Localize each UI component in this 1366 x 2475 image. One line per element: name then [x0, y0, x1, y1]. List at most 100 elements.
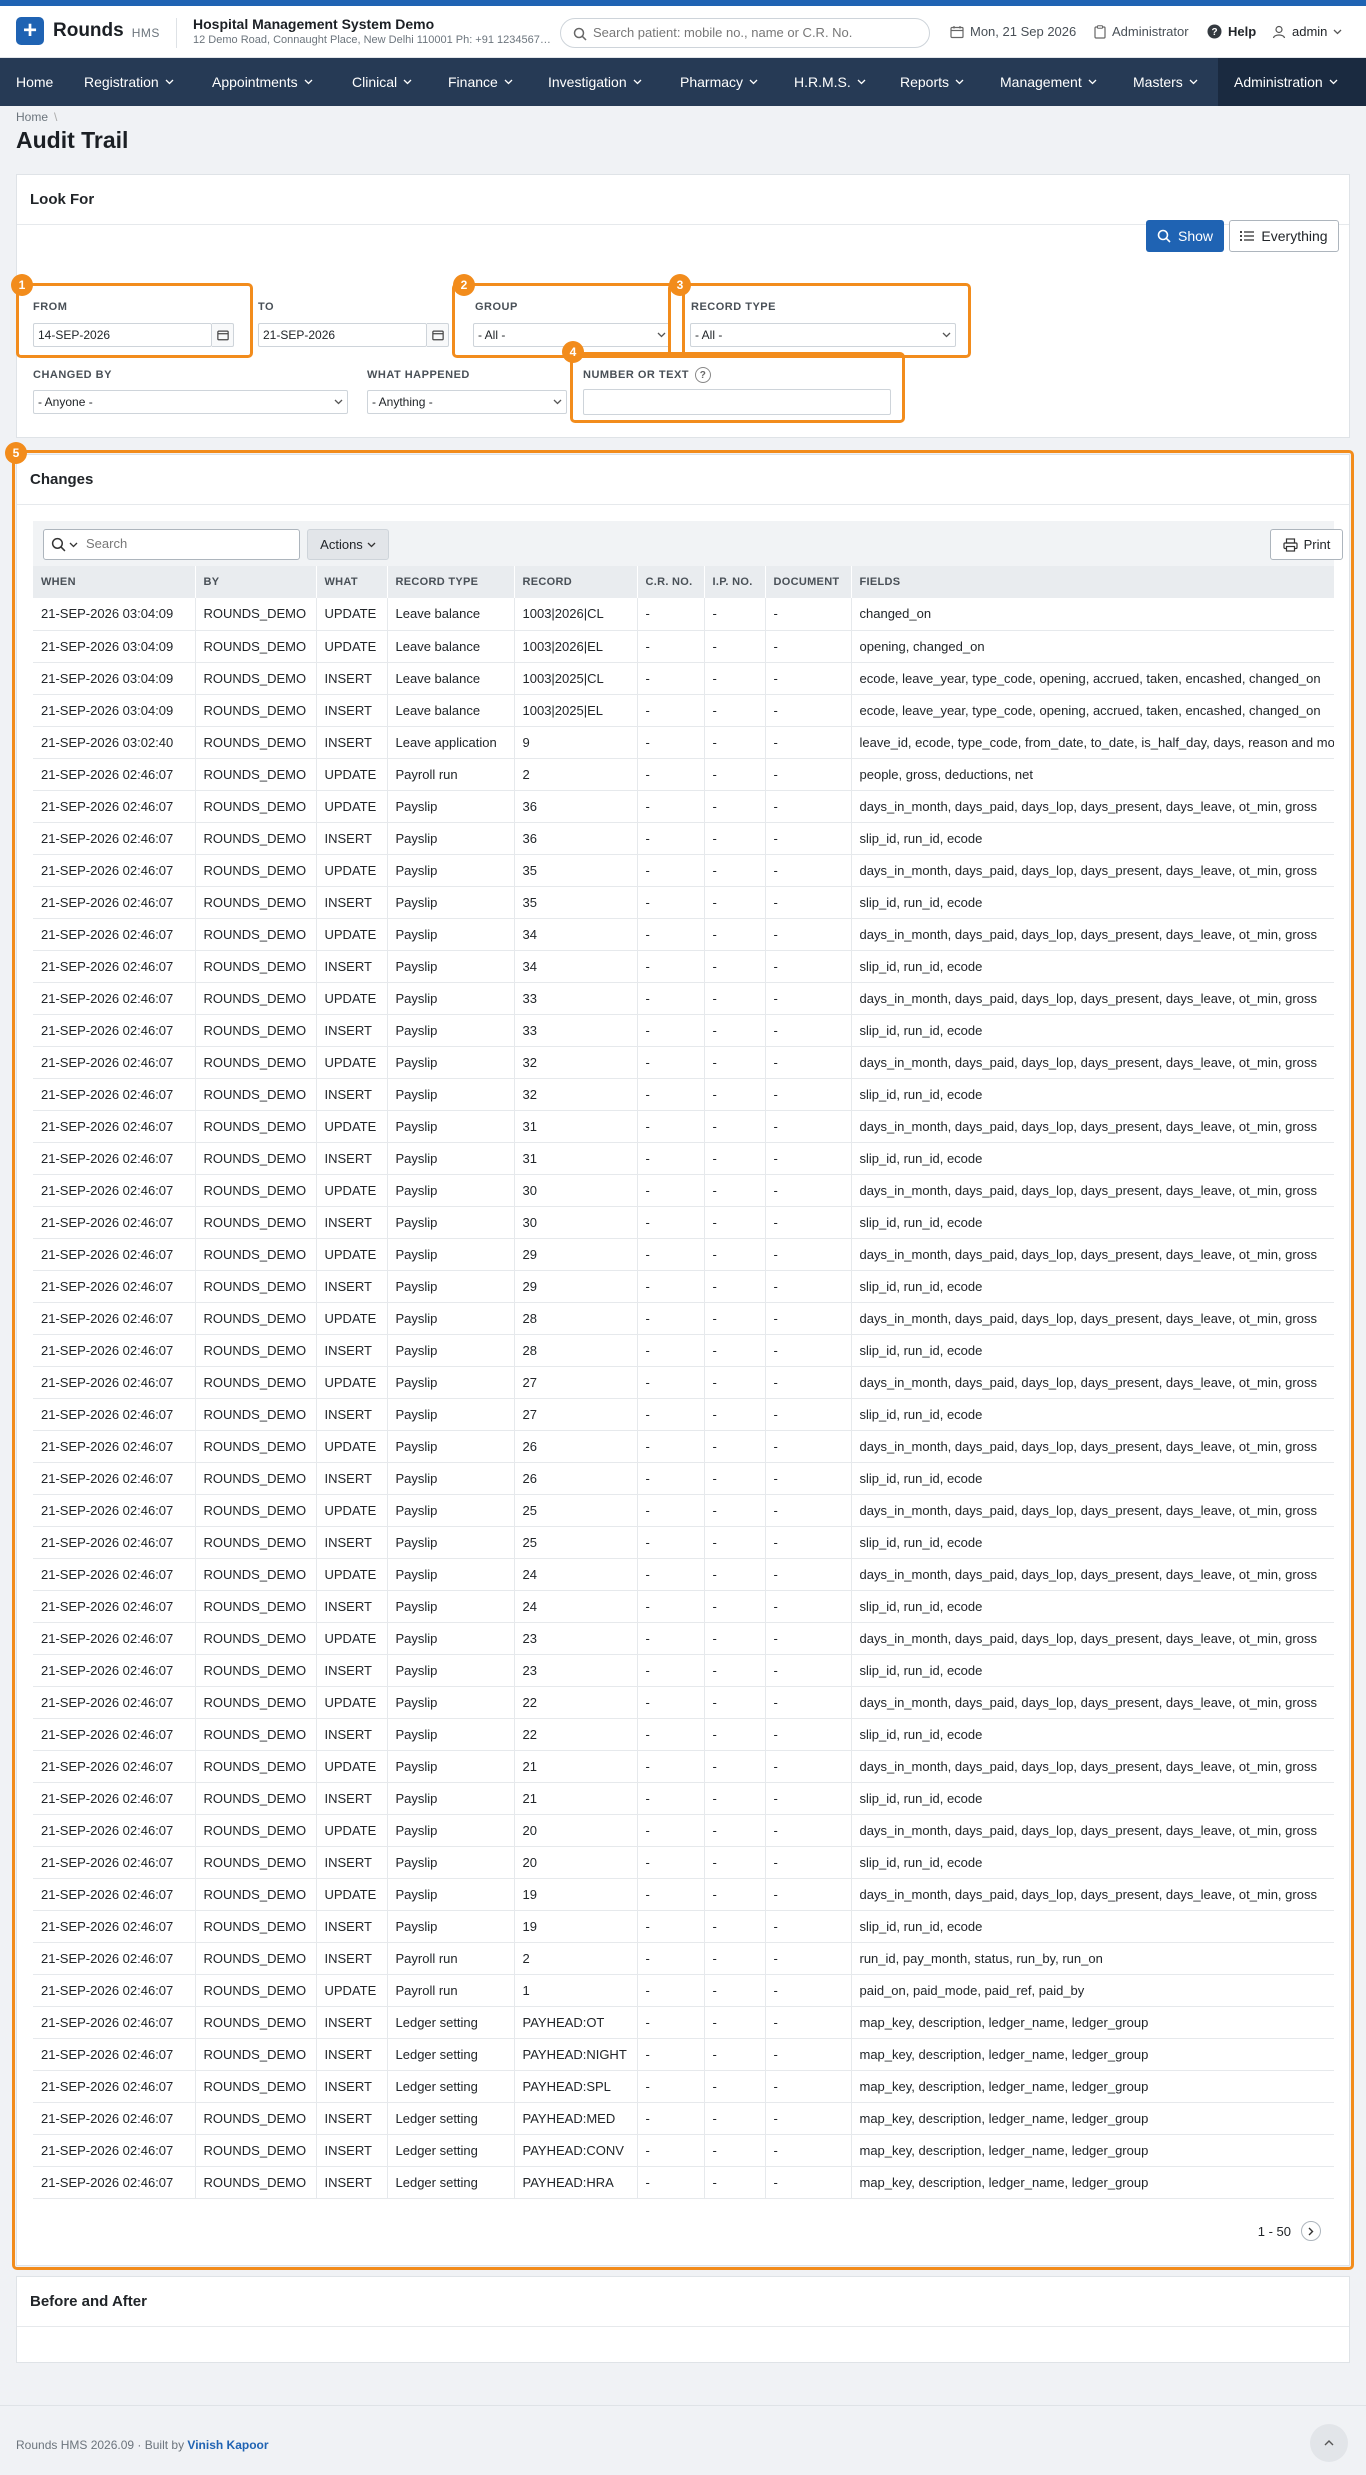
chevron-down-icon: [955, 79, 964, 85]
nav-label: Management: [1000, 74, 1082, 90]
breadcrumb-separator: \: [54, 110, 58, 124]
chevron-down-icon: [553, 399, 562, 405]
hospital-name: Hospital Management System Demo: [193, 16, 435, 32]
nav-label: Clinical: [352, 74, 398, 90]
clipboard-icon: [1094, 24, 1106, 39]
chevron-down-icon: [1189, 79, 1198, 85]
look-for-card: Look For Show Everything FROM TO GROUP -…: [11, 174, 1350, 438]
nav-registration[interactable]: Registration: [84, 58, 174, 106]
look-for-title: Look For: [17, 175, 1349, 225]
search-icon: [1157, 229, 1171, 243]
help-link[interactable]: ? Help: [1207, 24, 1256, 39]
chevron-down-icon: [504, 79, 513, 85]
show-button[interactable]: Show: [1146, 220, 1224, 252]
nav-label: Appointments: [212, 74, 298, 90]
before-after-card: Before and After: [16, 2276, 1350, 2363]
chevron-down-icon: [304, 79, 313, 85]
nav-label: Registration: [84, 74, 159, 90]
everything-button-label: Everything: [1261, 228, 1328, 244]
footer: Rounds HMS 2026.09 · Built by Vinish Kap…: [0, 2405, 1366, 2475]
header-role-text: Administrator: [1112, 24, 1189, 39]
nav-pharmacy[interactable]: Pharmacy: [680, 58, 758, 106]
author-link[interactable]: Vinish Kapoor: [187, 2438, 268, 2452]
nav-masters[interactable]: Masters: [1133, 58, 1198, 106]
nav-administration[interactable]: Administration: [1218, 58, 1366, 106]
hospital-info: Hospital Management System Demo 12 Demo …: [193, 16, 553, 46]
app-subtitle: HMS: [131, 25, 160, 40]
app-header: + Rounds HMS Hospital Management System …: [0, 6, 1366, 58]
changed-by-label: CHANGED BY: [33, 369, 112, 381]
chevron-down-icon: [749, 79, 758, 85]
breadcrumb-home[interactable]: Home: [16, 110, 48, 124]
svg-text:?: ?: [1211, 27, 1217, 38]
patient-search-input[interactable]: [593, 25, 918, 40]
calendar-icon: [950, 25, 964, 38]
to-date-input[interactable]: [258, 323, 427, 347]
breadcrumb: Home \: [16, 110, 63, 124]
user-icon: [1272, 25, 1286, 38]
header-date-text: Mon, 21 Sep 2026: [970, 24, 1077, 39]
nav-management[interactable]: Management: [1000, 58, 1097, 106]
chevron-down-icon: [1333, 29, 1342, 34]
highlight-box-1: [16, 283, 253, 358]
step-badge-3: 3: [669, 274, 691, 296]
chevron-down-icon: [1329, 79, 1338, 85]
changed-by-select[interactable]: - Anyone -: [33, 390, 348, 414]
footer-credit: Rounds HMS 2026.09 · Built by: [16, 2438, 188, 2452]
nav-label: Masters: [1133, 74, 1183, 90]
footer-text: Rounds HMS 2026.09 · Built by Vinish Kap…: [16, 2438, 269, 2452]
to-label: TO: [258, 301, 275, 313]
what-happened-label: WHAT HAPPENED: [367, 369, 470, 381]
chevron-down-icon: [857, 79, 866, 85]
patient-search[interactable]: [560, 18, 930, 48]
help-label: Help: [1228, 24, 1257, 39]
to-calendar-button[interactable]: [427, 323, 449, 347]
nav-label: Investigation: [548, 74, 627, 90]
plus-logo-icon: +: [16, 17, 44, 45]
chevron-down-icon: [334, 399, 343, 405]
before-after-title: Before and After: [17, 2277, 1349, 2327]
chevron-down-icon: [403, 79, 412, 85]
highlight-box-3: [668, 283, 971, 358]
nav-finance[interactable]: Finance: [448, 58, 513, 106]
calendar-icon: [431, 330, 444, 341]
what-happened-select-value: - Anything -: [372, 395, 433, 409]
nav-label: Administration: [1234, 74, 1323, 90]
header-role: Administrator: [1094, 24, 1189, 39]
scroll-to-top-button[interactable]: [1310, 2424, 1348, 2462]
brand[interactable]: + Rounds HMS: [16, 17, 160, 45]
header-date: Mon, 21 Sep 2026: [950, 24, 1076, 39]
changes-card: Changes Actions Print WHENBYWHATRECORD T…: [5, 442, 1354, 2270]
chevron-down-icon: [1088, 79, 1097, 85]
nav-label: Reports: [900, 74, 950, 90]
highlight-box-5: [12, 450, 1354, 2270]
nav-investigation[interactable]: Investigation: [548, 58, 642, 106]
chevron-up-icon: [1324, 2440, 1334, 2446]
main-nav: Home Registration Appointments Clinical …: [0, 58, 1366, 106]
step-badge-4: 4: [562, 341, 584, 363]
step-badge-5: 5: [5, 442, 27, 464]
step-badge-1: 1: [11, 274, 33, 296]
hospital-address: 12 Demo Road, Connaught Place, New Delhi…: [193, 34, 553, 46]
step-badge-2: 2: [453, 274, 475, 296]
changed-by-select-value: - Anyone -: [38, 395, 93, 409]
what-happened-select[interactable]: - Anything -: [367, 390, 567, 414]
nav-clinical[interactable]: Clinical: [352, 58, 412, 106]
nav-appointments[interactable]: Appointments: [212, 58, 313, 106]
chevron-down-icon: [633, 79, 642, 85]
list-icon: [1240, 231, 1255, 241]
nav-hrms[interactable]: H.R.M.S.: [794, 58, 866, 106]
user-name: admin: [1292, 24, 1328, 39]
page-title: Audit Trail: [16, 127, 129, 153]
nav-label: Home: [16, 74, 54, 90]
nav-reports[interactable]: Reports: [900, 58, 964, 106]
nav-label: Finance: [448, 74, 498, 90]
everything-button[interactable]: Everything: [1229, 220, 1339, 252]
header-divider: [176, 18, 177, 48]
highlight-box-4: [570, 352, 905, 423]
chevron-down-icon: [165, 79, 174, 85]
nav-label: H.R.M.S.: [794, 74, 851, 90]
search-icon: [573, 27, 587, 41]
nav-home[interactable]: Home: [16, 58, 53, 106]
user-menu[interactable]: admin: [1272, 24, 1348, 39]
